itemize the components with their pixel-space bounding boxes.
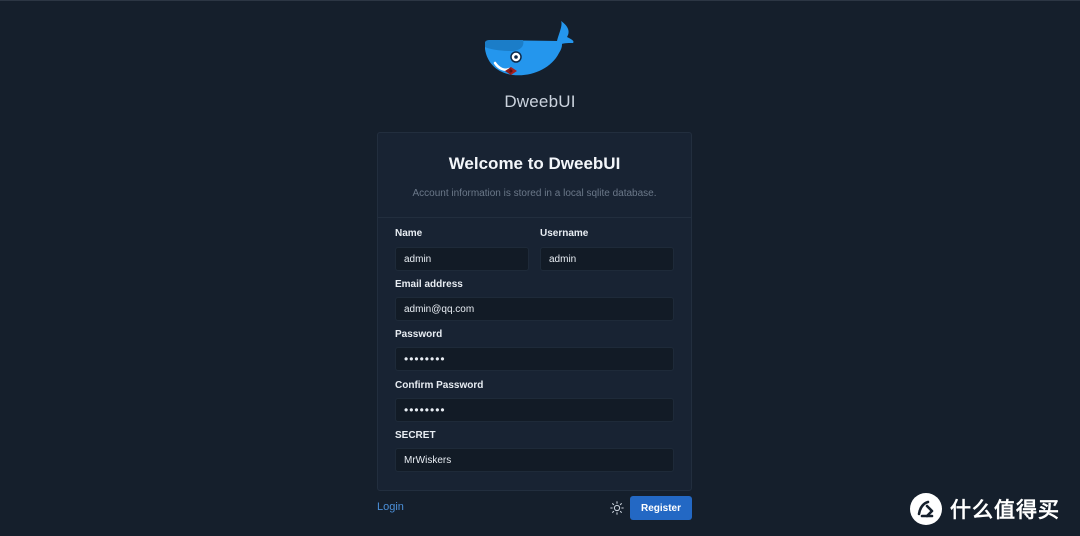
email-input[interactable] (395, 297, 674, 321)
password-input[interactable] (395, 347, 674, 371)
confirm-password-input[interactable] (395, 398, 674, 422)
register-button[interactable]: Register (630, 496, 692, 520)
username-label: Username (540, 228, 589, 239)
secret-input[interactable] (395, 448, 674, 472)
confirm-password-label: Confirm Password (395, 380, 484, 391)
name-input[interactable] (395, 247, 529, 271)
card-header: Welcome to DweebUI Account information i… (378, 133, 691, 218)
watermark: 什么值得买 (910, 492, 1060, 526)
username-input[interactable] (540, 247, 674, 271)
login-link[interactable]: Login (377, 501, 404, 513)
card-subtitle: Account information is stored in a local… (412, 188, 657, 199)
sun-icon[interactable] (610, 501, 624, 515)
card-title: Welcome to DweebUI (448, 154, 621, 173)
docker-whale-logo-icon (479, 19, 579, 85)
email-label: Email address (395, 279, 463, 290)
name-label: Name (395, 228, 423, 239)
password-label: Password (395, 329, 443, 340)
watermark-text: 什么值得买 (950, 498, 1060, 522)
brand-name: DweebUI (504, 92, 576, 111)
register-card: Welcome to DweebUI Account information i… (377, 132, 692, 491)
secret-label: SECRET (395, 430, 436, 441)
smzdm-logo-icon (910, 493, 942, 525)
